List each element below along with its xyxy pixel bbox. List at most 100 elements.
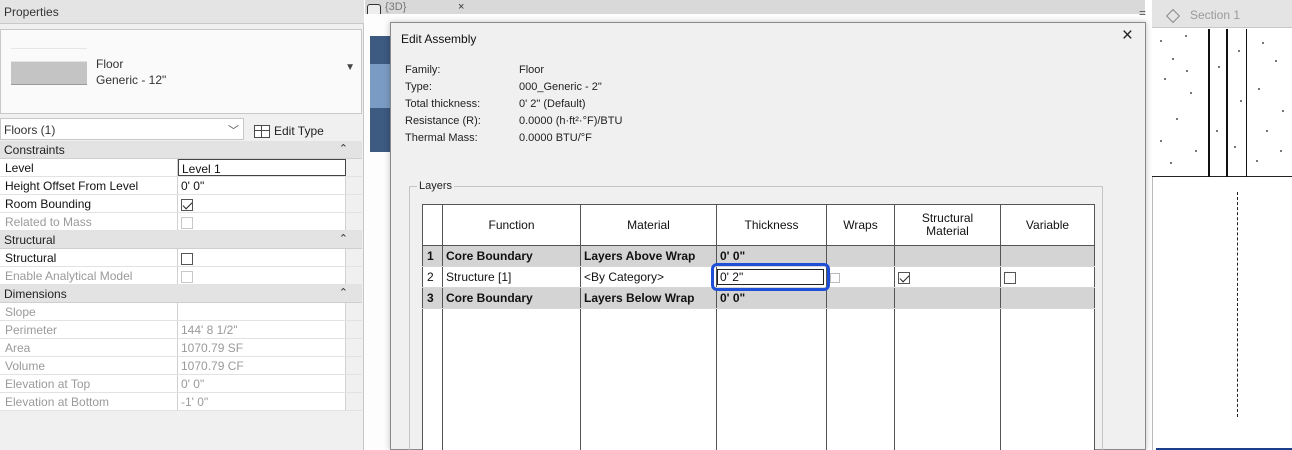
structural-material-cell xyxy=(894,287,1001,309)
thickness-input[interactable]: 0' 2" xyxy=(720,270,743,284)
variable-cell[interactable] xyxy=(1000,266,1095,288)
concrete-speckle xyxy=(1282,110,1284,112)
section-constraints[interactable]: Constraints ⌃ xyxy=(0,141,362,159)
wraps-checkbox[interactable] xyxy=(830,272,840,283)
material-cell[interactable]: Layers Above Wrap xyxy=(580,245,717,267)
property-row-structural[interactable]: Structural xyxy=(0,249,362,267)
layer-row[interactable]: 2 Structure [1] <By Category> 0' 2" xyxy=(422,263,1095,291)
property-row-room-bounding[interactable]: Room Bounding xyxy=(0,195,362,213)
column-header-material[interactable]: Material xyxy=(580,204,717,246)
close-icon[interactable]: × xyxy=(1122,25,1133,47)
concrete-speckle xyxy=(1172,58,1174,60)
floor-type-preview xyxy=(11,61,87,85)
info-key: Family: xyxy=(405,64,441,76)
property-row-elevation-bottom: Elevation at Bottom -1' 0" xyxy=(0,393,362,411)
properties-palette: Properties Floor Generic - 12" ▼ Floors … xyxy=(0,0,364,450)
info-type: Type: 000_Generic - 2" xyxy=(405,81,602,93)
property-value: 0' 0" xyxy=(178,375,346,392)
wall-line xyxy=(1226,29,1228,177)
concrete-speckle xyxy=(1160,40,1162,42)
instance-filter-dropdown[interactable]: Floors (1) ﹀ xyxy=(0,118,244,140)
instance-properties-table: Constraints ⌃ Level Level 1 Height Offse… xyxy=(0,141,362,411)
property-label: Perimeter xyxy=(0,321,178,338)
view-tab-3d[interactable]: {3D} xyxy=(385,1,406,13)
property-row-height-offset[interactable]: Height Offset From Level 0' 0" xyxy=(0,177,362,195)
concrete-speckle xyxy=(1238,50,1240,52)
property-value: 1070.79 SF xyxy=(178,339,346,356)
empty-row xyxy=(422,308,1095,450)
function-cell[interactable]: Core Boundary xyxy=(442,287,581,309)
section-title: Constraints xyxy=(4,143,65,157)
function-cell[interactable]: Core Boundary xyxy=(442,245,581,267)
concrete-speckle xyxy=(1266,130,1268,132)
property-label: Room Bounding xyxy=(0,195,178,212)
edit-assembly-dialog: Edit Assembly × Family: Floor Type: 000_… xyxy=(390,22,1146,450)
function-cell[interactable]: Structure [1] xyxy=(442,266,581,288)
section-structural[interactable]: Structural ⌃ xyxy=(0,231,362,249)
properties-title: Properties xyxy=(0,0,364,24)
view-tab-close-icon[interactable]: × xyxy=(458,1,464,13)
instance-filter-label: Floors (1) xyxy=(4,123,56,137)
concrete-speckle xyxy=(1258,88,1260,90)
section-dimensions[interactable]: Dimensions ⌃ xyxy=(0,285,362,303)
section-view-title[interactable]: Section 1 xyxy=(1190,8,1240,22)
property-value: 1070.79 CF xyxy=(178,357,346,374)
concrete-speckle xyxy=(1186,70,1188,72)
property-row-volume: Volume 1070.79 CF xyxy=(0,357,362,375)
section-title: Structural xyxy=(4,233,56,247)
edit-type-button[interactable]: Edit Type xyxy=(250,118,364,140)
property-value xyxy=(178,303,346,320)
room-bounding-checkbox[interactable] xyxy=(181,198,193,211)
info-value: 0.0000 BTU/°F xyxy=(519,132,592,144)
info-key: Resistance (R): xyxy=(405,115,481,127)
property-row-level[interactable]: Level Level 1 xyxy=(0,159,362,177)
related-to-mass-checkbox xyxy=(181,216,193,229)
column-header-thickness[interactable]: Thickness xyxy=(716,204,827,246)
row-number-header xyxy=(422,204,443,246)
model-glass xyxy=(370,64,390,108)
info-total-thickness: Total thickness: 0' 2" (Default) xyxy=(405,98,586,110)
minimize-icon[interactable]: = xyxy=(1139,6,1146,20)
thickness-cell-selected[interactable]: 0' 2" xyxy=(711,263,830,291)
header-line: Structural xyxy=(921,211,974,225)
property-value: 144' 8 1/2" xyxy=(178,321,346,338)
concrete-speckle xyxy=(1234,146,1236,148)
variable-checkbox[interactable] xyxy=(1004,271,1016,284)
collapse-icon[interactable]: ⌃ xyxy=(339,232,348,245)
column-header-wraps[interactable]: Wraps xyxy=(826,204,895,246)
view-tab-bar xyxy=(365,0,1145,14)
dialog-title: Edit Assembly xyxy=(401,32,477,46)
material-cell[interactable]: Layers Below Wrap xyxy=(580,287,717,309)
info-value: 000_Generic - 2" xyxy=(519,81,602,93)
collapse-icon[interactable]: ⌃ xyxy=(339,286,348,299)
info-value: 0' 2" (Default) xyxy=(519,98,586,110)
property-row-area: Area 1070.79 SF xyxy=(0,339,362,357)
material-cell[interactable]: <By Category> xyxy=(580,266,717,288)
wall-line xyxy=(1208,29,1210,177)
info-resistance: Resistance (R): 0.0000 (h·ft²·°F)/BTU xyxy=(405,115,622,127)
column-header-function[interactable]: Function xyxy=(442,204,581,246)
property-row-perimeter: Perimeter 144' 8 1/2" xyxy=(0,321,362,339)
structural-material-cell xyxy=(894,245,1001,267)
structural-checkbox[interactable] xyxy=(181,252,193,265)
chevron-down-icon[interactable]: ﹀ xyxy=(228,122,239,138)
row-number: 2 xyxy=(422,266,443,288)
property-label: Structural xyxy=(0,249,178,266)
structural-material-checkbox[interactable] xyxy=(898,271,910,284)
concrete-speckle xyxy=(1216,130,1218,132)
type-selector[interactable]: Floor Generic - 12" ▼ xyxy=(0,29,362,114)
height-offset-field[interactable]: 0' 0" xyxy=(178,177,346,194)
structural-material-cell[interactable] xyxy=(894,266,1001,288)
wraps-cell[interactable] xyxy=(826,266,895,288)
info-key: Type: xyxy=(405,81,432,93)
level-value-field[interactable]: Level 1 xyxy=(178,159,346,176)
concrete-speckle xyxy=(1176,118,1178,120)
section-title: Dimensions xyxy=(4,287,67,301)
column-header-variable[interactable]: Variable xyxy=(1000,204,1095,246)
caret-down-icon[interactable]: ▼ xyxy=(345,62,355,73)
type-family-name: Floor xyxy=(96,57,124,71)
collapse-icon[interactable]: ⌃ xyxy=(339,142,348,155)
property-label: Area xyxy=(0,339,178,356)
column-header-structural-material[interactable]: Structural Material xyxy=(894,204,1001,246)
concrete-speckle xyxy=(1218,66,1220,68)
